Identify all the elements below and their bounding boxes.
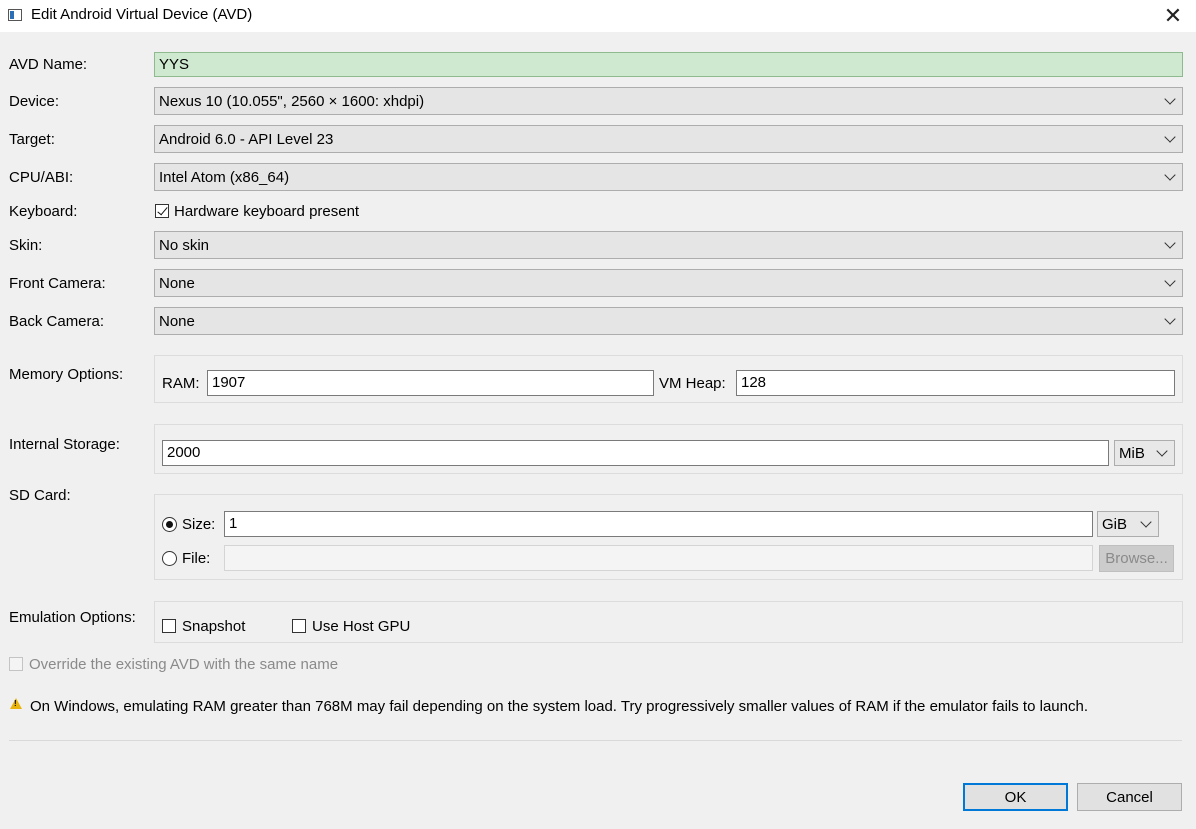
back-camera-select[interactable]: None — [154, 307, 1183, 335]
snapshot-label[interactable]: Snapshot — [182, 618, 245, 635]
vm-heap-label: VM Heap: — [659, 375, 726, 392]
internal-storage-unit-select[interactable]: MiB — [1114, 440, 1175, 466]
use-host-gpu-label[interactable]: Use Host GPU — [312, 618, 410, 635]
hardware-keyboard-checkbox[interactable] — [155, 204, 169, 218]
device-select[interactable]: Nexus 10 (10.055", 2560 × 1600: xhdpi) — [154, 87, 1183, 115]
internal-storage-input[interactable]: 2000 — [162, 440, 1109, 466]
back-camera-value: None — [159, 312, 195, 330]
sd-card-label: SD Card: — [9, 487, 71, 504]
vm-heap-input[interactable]: 128 — [736, 370, 1175, 396]
device-value: Nexus 10 (10.055", 2560 × 1600: xhdpi) — [159, 92, 425, 110]
use-host-gpu-checkbox[interactable] — [292, 619, 306, 633]
skin-label: Skin: — [9, 237, 43, 254]
skin-select[interactable]: No skin — [154, 231, 1183, 259]
app-window-icon — [8, 9, 22, 21]
target-select[interactable]: Android 6.0 - API Level 23 — [154, 125, 1183, 153]
sd-size-label[interactable]: Size: — [182, 516, 215, 533]
keyboard-label: Keyboard: — [9, 203, 78, 220]
chevron-down-icon — [1164, 92, 1176, 105]
override-avd-checkbox[interactable] — [9, 657, 23, 671]
chevron-down-icon — [1164, 168, 1176, 181]
internal-storage-label: Internal Storage: — [9, 436, 120, 453]
memory-options-label: Memory Options: — [9, 366, 124, 383]
cpu-abi-value: Intel Atom (x86_64) — [159, 168, 290, 186]
title-bar: Edit Android Virtual Device (AVD) ✕ — [0, 0, 1196, 32]
skin-value: No skin — [159, 236, 210, 254]
avd-name-label: AVD Name: — [9, 56, 88, 73]
internal-storage-unit-value: MiB — [1119, 444, 1145, 462]
chevron-down-icon — [1164, 274, 1176, 287]
front-camera-select[interactable]: None — [154, 269, 1183, 297]
close-icon[interactable]: ✕ — [1150, 0, 1196, 32]
override-avd-label: Override the existing AVD with the same … — [29, 656, 339, 673]
sd-file-label[interactable]: File: — [182, 550, 210, 567]
front-camera-label: Front Camera: — [9, 275, 106, 292]
chevron-down-icon — [1164, 236, 1176, 249]
cpu-abi-label: CPU/ABI: — [9, 169, 74, 186]
target-label: Target: — [9, 131, 55, 148]
sd-size-unit-value: GiB — [1102, 515, 1128, 533]
sd-file-input[interactable] — [224, 545, 1093, 571]
divider — [9, 740, 1182, 741]
emulation-options-label: Emulation Options: — [9, 609, 136, 626]
ok-button[interactable]: OK — [963, 783, 1068, 811]
chevron-down-icon — [1140, 515, 1152, 528]
snapshot-checkbox[interactable] — [162, 619, 176, 633]
sd-size-radio[interactable] — [162, 517, 177, 532]
front-camera-value: None — [159, 274, 195, 292]
sd-size-input[interactable]: 1 — [224, 511, 1093, 537]
ram-label: RAM: — [162, 375, 200, 392]
cpu-abi-select[interactable]: Intel Atom (x86_64) — [154, 163, 1183, 191]
emulation-options-group — [154, 601, 1183, 643]
target-value: Android 6.0 - API Level 23 — [159, 130, 334, 148]
avd-name-input[interactable]: YYS — [154, 52, 1183, 77]
back-camera-label: Back Camera: — [9, 313, 105, 330]
sd-file-radio[interactable] — [162, 551, 177, 566]
ram-warning-text: On Windows, emulating RAM greater than 7… — [30, 698, 1088, 715]
window-title: Edit Android Virtual Device (AVD) — [31, 6, 253, 23]
cancel-button[interactable]: Cancel — [1077, 783, 1182, 811]
chevron-down-icon — [1164, 312, 1176, 325]
device-label: Device: — [9, 93, 60, 110]
browse-button[interactable]: Browse... — [1099, 545, 1174, 572]
chevron-down-icon — [1156, 444, 1168, 457]
hardware-keyboard-label[interactable]: Hardware keyboard present — [174, 203, 359, 220]
chevron-down-icon — [1164, 130, 1176, 143]
ram-input[interactable]: 1907 — [207, 370, 654, 396]
warning-icon: ! — [10, 698, 22, 709]
sd-size-unit-select[interactable]: GiB — [1097, 511, 1159, 537]
